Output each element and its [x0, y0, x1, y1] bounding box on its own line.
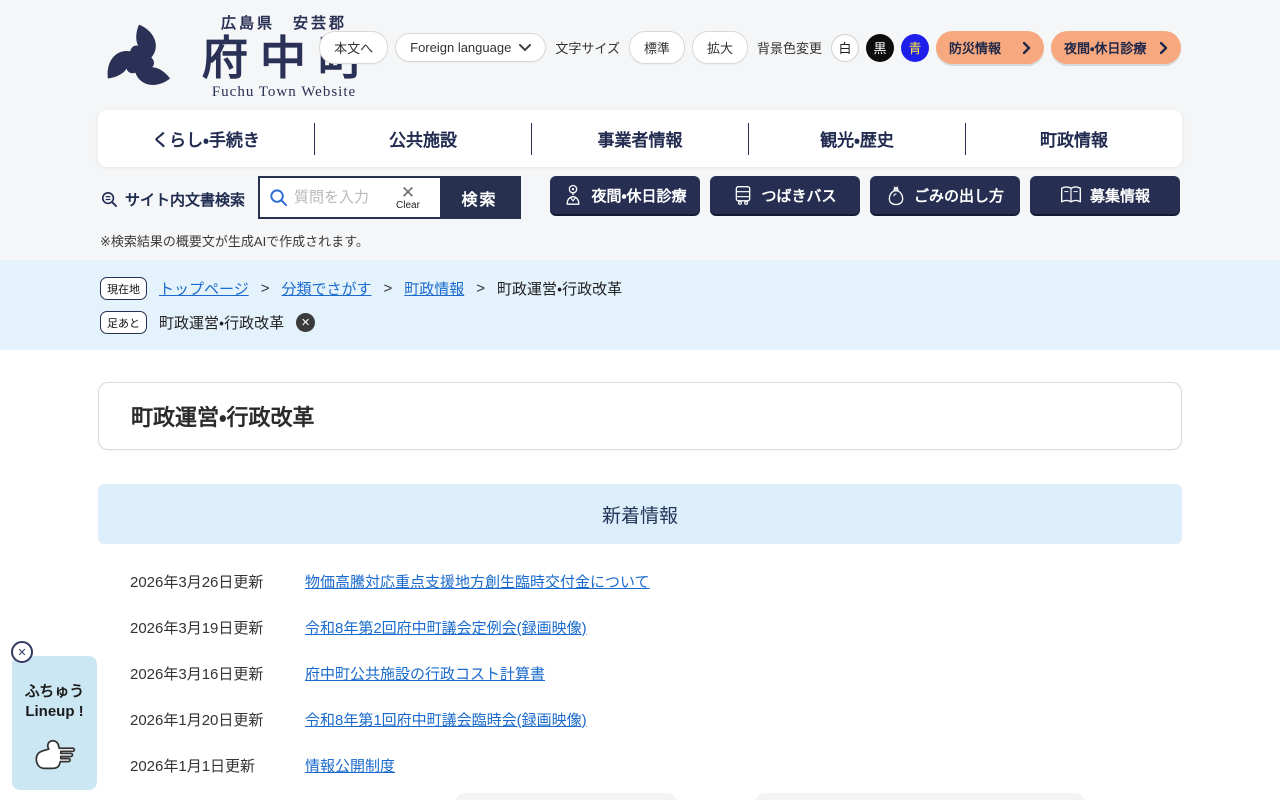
news-date: 2026年1月20日更新	[130, 709, 305, 730]
breadcrumb-separator: >	[261, 280, 270, 297]
site-subtitle: Fuchu Town Website	[212, 84, 356, 101]
footprint-badge: 足あと	[100, 311, 147, 334]
garbage-bag-icon	[886, 184, 906, 206]
nav-item-kurashi[interactable]: くらし・手続き	[98, 126, 314, 151]
open-book-icon	[1060, 185, 1082, 205]
news-row: 2026年1月20日更新 令和8年第1回府中町議会臨時会(録画映像)	[98, 696, 1182, 742]
search-input-area: ✕ Clear	[260, 178, 440, 217]
quick-recruitment-info-label: 募集情報	[1090, 185, 1150, 206]
disaster-info-label: 防災情報	[949, 38, 1001, 57]
night-holiday-clinic-button[interactable]: 夜間・休日診療	[1051, 31, 1181, 64]
global-nav: くらし・手続き 公共施設 事業者情報 観光・歴史 町政情報	[98, 110, 1182, 167]
search-ai-note: ※検索結果の概要文が生成AIで作成されます。	[100, 231, 369, 250]
font-size-label: 文字サイズ	[555, 38, 620, 57]
clear-label: Clear	[396, 201, 420, 211]
news-date: 2026年1月1日更新	[130, 755, 305, 776]
current-location-badge: 現在地	[100, 277, 147, 300]
quick-night-holiday-clinic-label: 夜間・休日診療	[591, 185, 686, 206]
quick-tsubaki-bus-button[interactable]: つばきバス	[710, 176, 860, 214]
font-size-standard-button[interactable]: 標準	[629, 31, 685, 64]
page-title-box: 町政運営・行政改革	[98, 382, 1182, 450]
site-search-box: ✕ Clear 検索	[258, 176, 521, 219]
lineup-line2: Lineup !	[12, 702, 97, 722]
news-link[interactable]: 令和8年第2回府中町議会定例会(録画映像)	[305, 617, 587, 638]
bg-black-button[interactable]: 黒	[866, 34, 894, 62]
quick-garbage-rules-label: ごみの出し方	[914, 185, 1004, 206]
news-date: 2026年3月16日更新	[130, 663, 305, 684]
search-input[interactable]	[294, 189, 390, 206]
town-emblem-icon	[100, 18, 178, 100]
breadcrumb-link-category[interactable]: 分類でさがす	[281, 278, 371, 299]
lineup-close-button[interactable]: ✕	[11, 641, 33, 663]
chevron-right-icon	[1160, 42, 1168, 54]
clear-x-icon: ✕	[401, 184, 415, 201]
news-date: 2026年3月19日更新	[130, 617, 305, 638]
news-row: 2026年3月19日更新 令和8年第2回府中町議会定例会(録画映像)	[98, 604, 1182, 650]
breadcrumb-separator: >	[383, 280, 392, 297]
breadcrumb-separator: >	[476, 280, 485, 297]
footprint-remove-icon[interactable]: ✕	[296, 313, 315, 332]
utility-bar: 本文へ Foreign language 文字サイズ 標準 拡大 背景色変更 白…	[319, 31, 1181, 64]
clinic-person-icon	[563, 184, 583, 206]
background-color-label: 背景色変更	[757, 38, 822, 57]
bg-white-button[interactable]: 白	[831, 34, 859, 62]
foreign-language-label: Foreign language	[410, 40, 511, 55]
quick-recruitment-info-button[interactable]: 募集情報	[1030, 176, 1180, 214]
search-clear-button[interactable]: ✕ Clear	[396, 184, 420, 211]
bg-blue-button[interactable]: 青	[901, 34, 929, 62]
nav-item-town-government[interactable]: 町政情報	[966, 126, 1182, 151]
news-link[interactable]: 物価高騰対応重点支援地方創生臨時交付金について	[305, 571, 650, 592]
page-title: 町政運営・行政改革	[131, 400, 314, 432]
quick-links: 夜間・休日診療 つばきバス ごみの出し方 募集情報	[550, 176, 1180, 214]
chevron-down-icon	[519, 44, 531, 52]
quick-garbage-rules-button[interactable]: ごみの出し方	[870, 176, 1020, 214]
breadcrumb-current-page: 町政運営・行政改革	[497, 278, 622, 299]
news-link[interactable]: 府中町公共施設の行政コスト計算書	[305, 663, 545, 684]
nav-item-public-facilities[interactable]: 公共施設	[315, 126, 531, 151]
bus-icon	[733, 184, 753, 206]
lineup-line1: ふちゅう	[12, 682, 97, 702]
nav-item-sightseeing-history[interactable]: 観光・歴史	[749, 126, 965, 151]
news-date: 2026年3月26日更新	[130, 571, 305, 592]
foreign-language-select[interactable]: Foreign language	[395, 33, 546, 62]
page: 広島県 安芸郡 府中町 Fuchu Town Website 本文へ Forei…	[0, 0, 1280, 800]
skip-to-content-button[interactable]: 本文へ	[319, 31, 388, 64]
below-fold-card-edge	[755, 793, 1085, 800]
breadcrumb: 現在地 トップページ > 分類でさがす > 町政情報 > 町政運営・行政改革	[100, 277, 622, 300]
chevron-right-icon	[1023, 42, 1031, 54]
breadcrumb-link-top[interactable]: トップページ	[159, 278, 249, 299]
document-search-icon	[100, 190, 119, 209]
pointing-hand-icon	[32, 735, 78, 773]
font-size-large-button[interactable]: 拡大	[692, 31, 748, 64]
news-row: 2026年1月1日更新 情報公開制度	[98, 742, 1182, 788]
search-icon	[269, 188, 288, 207]
night-holiday-clinic-label: 夜間・休日診療	[1064, 38, 1146, 57]
footprint-item[interactable]: 町政運営・行政改革	[159, 312, 284, 333]
site-search-label: サイト内文書検索	[100, 189, 245, 210]
prefecture-district-label: 広島県 安芸郡	[221, 12, 347, 33]
below-fold-card-edge	[455, 793, 677, 800]
breadcrumb-link-town-gov[interactable]: 町政情報	[404, 278, 464, 299]
search-submit-button[interactable]: 検索	[440, 178, 519, 217]
news-row: 2026年3月26日更新 物価高騰対応重点支援地方創生臨時交付金について	[98, 558, 1182, 604]
disaster-info-button[interactable]: 防災情報	[936, 31, 1044, 64]
site-search-label-text: サイト内文書検索	[125, 189, 245, 210]
quick-tsubaki-bus-label: つばきバス	[761, 185, 836, 206]
fuchu-lineup-banner[interactable]: ふちゅう Lineup !	[12, 656, 97, 790]
footprint-row: 足あと 町政運営・行政改革 ✕	[100, 311, 315, 334]
news-row: 2026年3月16日更新 府中町公共施設の行政コスト計算書	[98, 650, 1182, 696]
news-link[interactable]: 令和8年第1回府中町議会臨時会(録画映像)	[305, 709, 587, 730]
nav-item-business-info[interactable]: 事業者情報	[532, 126, 748, 151]
news-link[interactable]: 情報公開制度	[305, 755, 395, 776]
news-list: 2026年3月26日更新 物価高騰対応重点支援地方創生臨時交付金について 202…	[98, 558, 1182, 788]
quick-night-holiday-clinic-button[interactable]: 夜間・休日診療	[550, 176, 700, 214]
news-section-heading: 新着情報	[98, 484, 1182, 544]
breadcrumb-band	[0, 260, 1280, 350]
